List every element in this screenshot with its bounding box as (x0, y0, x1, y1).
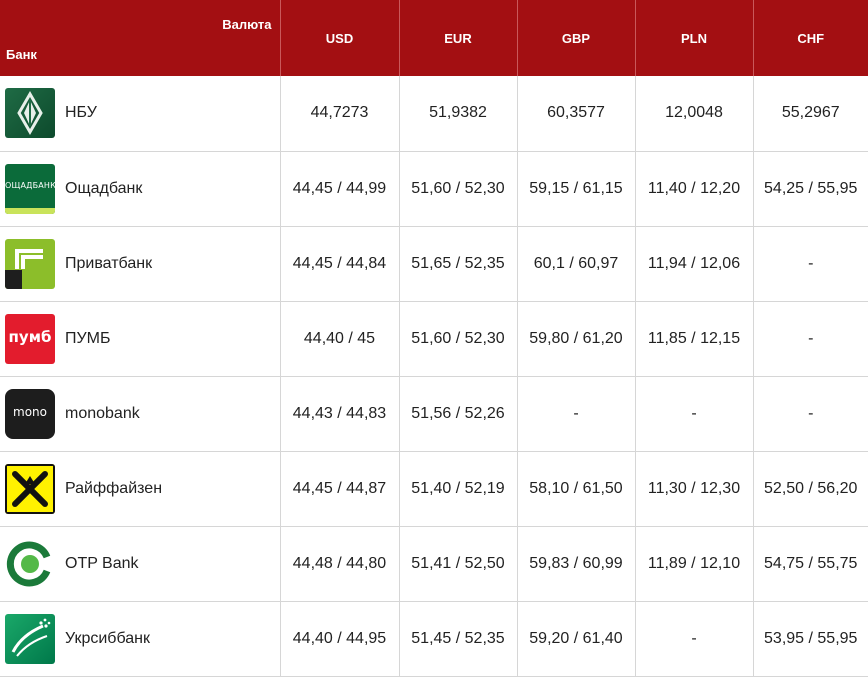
table-header: Валюта Банк USD EUR GBP PLN CHF (0, 0, 868, 76)
rate-pln: 11,94 / 12,06 (635, 226, 754, 302)
exchange-rates-table: Валюта Банк USD EUR GBP PLN CHF НБУ 44,7… (0, 0, 868, 677)
bank-cell: Приватбанк (0, 226, 281, 302)
table-row: mono monobank 44,43 / 44,83 51,56 / 52,2… (0, 376, 868, 452)
bank-axis-label: Банк (6, 47, 37, 62)
rate-gbp: 60,1 / 60,97 (517, 226, 636, 302)
rate-gbp: 59,15 / 61,15 (517, 151, 636, 227)
pumb-logo-icon: пумб (5, 313, 55, 364)
rate-chf: 55,2967 (753, 76, 868, 152)
rate-usd: 44,45 / 44,84 (280, 226, 400, 302)
otp-bank-logo-icon (5, 538, 55, 589)
header-row: Валюта Банк USD EUR GBP PLN CHF (0, 0, 868, 76)
rate-chf: - (753, 376, 868, 452)
rate-eur: 51,60 / 52,30 (399, 301, 518, 377)
bank-name: Укрсиббанк (65, 629, 150, 647)
rate-gbp: 59,80 / 61,20 (517, 301, 636, 377)
rate-usd: 44,48 / 44,80 (280, 526, 400, 602)
rate-usd: 44,40 / 45 (280, 301, 400, 377)
bank-cell: OTP Bank (0, 526, 281, 602)
rate-eur: 51,60 / 52,30 (399, 151, 518, 227)
rate-chf: 54,25 / 55,95 (753, 151, 868, 227)
bank-cell: Райффайзен (0, 451, 281, 527)
nbu-logo-icon (5, 88, 55, 139)
rate-gbp: 59,20 / 61,40 (517, 601, 636, 677)
rate-chf: 54,75 / 55,75 (753, 526, 868, 602)
bank-name: OTP Bank (65, 554, 139, 572)
rate-pln: - (635, 601, 754, 677)
currency-header-gbp: GBP (517, 0, 636, 76)
bank-cell: пумб ПУМБ (0, 301, 281, 377)
rate-chf: 53,95 / 55,95 (753, 601, 868, 677)
corner-header: Валюта Банк (0, 0, 281, 76)
rate-usd: 44,40 / 44,95 (280, 601, 400, 677)
bank-cell: Укрсиббанк (0, 601, 281, 677)
bank-name: Ощадбанк (65, 179, 143, 197)
bank-cell: mono monobank (0, 376, 281, 452)
rate-eur: 51,40 / 52,19 (399, 451, 518, 527)
currency-header-chf: CHF (753, 0, 868, 76)
rate-pln: 11,40 / 12,20 (635, 151, 754, 227)
rate-eur: 51,9382 (399, 76, 518, 152)
table-row: ОЩАДБАНК Ощадбанк 44,45 / 44,99 51,60 / … (0, 151, 868, 227)
table-row: Приватбанк 44,45 / 44,84 51,65 / 52,35 6… (0, 226, 868, 302)
rate-pln: 11,85 / 12,15 (635, 301, 754, 377)
rate-usd: 44,43 / 44,83 (280, 376, 400, 452)
bank-cell: НБУ (0, 76, 281, 152)
bank-cell: ОЩАДБАНК Ощадбанк (0, 151, 281, 227)
privatbank-logo-icon (5, 238, 55, 289)
rate-eur: 51,41 / 52,50 (399, 526, 518, 602)
rate-gbp: 59,83 / 60,99 (517, 526, 636, 602)
rate-usd: 44,45 / 44,99 (280, 151, 400, 227)
table-row: НБУ 44,7273 51,9382 60,3577 12,0048 55,2… (0, 76, 868, 152)
bank-name: Райффайзен (65, 479, 163, 497)
currency-header-pln: PLN (635, 0, 754, 76)
raiffeisen-logo-icon (5, 463, 55, 514)
table-row: OTP Bank 44,48 / 44,80 51,41 / 52,50 59,… (0, 526, 868, 602)
currency-header-usd: USD (280, 0, 400, 76)
rate-gbp: - (517, 376, 636, 452)
bank-name: monobank (65, 404, 140, 422)
table-row: пумб ПУМБ 44,40 / 45 51,60 / 52,30 59,80… (0, 301, 868, 377)
table-row: Укрсиббанк 44,40 / 44,95 51,45 / 52,35 5… (0, 601, 868, 677)
rate-eur: 51,65 / 52,35 (399, 226, 518, 302)
rate-pln: 11,89 / 12,10 (635, 526, 754, 602)
rate-usd: 44,7273 (280, 76, 400, 152)
rate-usd: 44,45 / 44,87 (280, 451, 400, 527)
rate-eur: 51,56 / 52,26 (399, 376, 518, 452)
rate-pln: - (635, 376, 754, 452)
rate-eur: 51,45 / 52,35 (399, 601, 518, 677)
rate-gbp: 58,10 / 61,50 (517, 451, 636, 527)
rate-chf: 52,50 / 56,20 (753, 451, 868, 527)
rate-gbp: 60,3577 (517, 76, 636, 152)
rate-pln: 12,0048 (635, 76, 754, 152)
bank-name: ПУМБ (65, 329, 111, 347)
oschadbank-logo-icon: ОЩАДБАНК (5, 163, 55, 214)
table-row: Райффайзен 44,45 / 44,87 51,40 / 52,19 5… (0, 451, 868, 527)
currency-axis-label: Валюта (222, 17, 272, 32)
monobank-logo-icon: mono (5, 388, 55, 439)
bank-name: Приватбанк (65, 254, 153, 272)
bank-name: НБУ (65, 104, 97, 122)
rate-pln: 11,30 / 12,30 (635, 451, 754, 527)
currency-header-eur: EUR (399, 0, 518, 76)
ukrsibbank-logo-icon (5, 613, 55, 664)
rate-chf: - (753, 226, 868, 302)
table-body: НБУ 44,7273 51,9382 60,3577 12,0048 55,2… (0, 76, 868, 677)
rate-chf: - (753, 301, 868, 377)
